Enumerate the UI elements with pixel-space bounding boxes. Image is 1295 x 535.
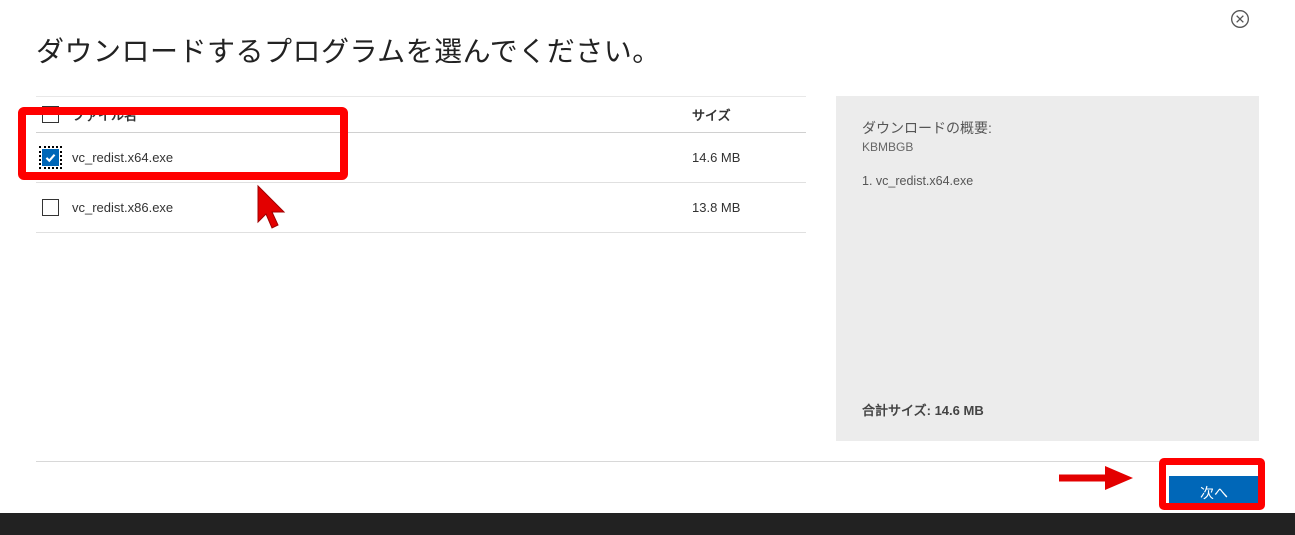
table-row[interactable]: vc_redist.x86.exe 13.8 MB [36,183,806,233]
page-title: ダウンロードするプログラムを選んでください。 [36,30,1259,70]
summary-item: 1. vc_redist.x64.exe [862,174,1233,188]
summary-panel: ダウンロードの概要: KBMBGB 1. vc_redist.x64.exe 合… [836,96,1259,441]
file-name: vc_redist.x86.exe [70,200,690,215]
close-button[interactable] [1229,8,1251,30]
col-header-size: サイズ [690,105,806,124]
next-button[interactable]: 次へ [1169,476,1259,510]
file-name: vc_redist.x64.exe [70,150,690,165]
summary-heading: ダウンロードの概要: [862,118,1233,138]
check-icon [44,151,57,164]
summary-total: 合計サイズ: 14.6 MB [862,400,984,419]
file-size: 14.6 MB [690,150,806,165]
file-size: 13.8 MB [690,200,806,215]
col-header-name: ファイル名 [70,105,690,124]
close-icon [1230,9,1250,29]
file-table: ファイル名 サイズ vc_redist.x64.exe 14.6 MB [36,96,806,441]
summary-units: KBMBGB [862,140,1233,154]
table-row[interactable]: vc_redist.x64.exe 14.6 MB [36,133,806,183]
bottom-bar: 次へ [36,461,1259,510]
total-label: 合計サイズ: [862,403,931,418]
select-all-checkbox[interactable] [42,106,59,123]
total-value: 14.6 MB [935,403,984,418]
row-checkbox[interactable] [42,149,59,166]
row-checkbox[interactable] [42,199,59,216]
table-header-row: ファイル名 サイズ [36,96,806,133]
page-footer-strip [0,513,1295,535]
